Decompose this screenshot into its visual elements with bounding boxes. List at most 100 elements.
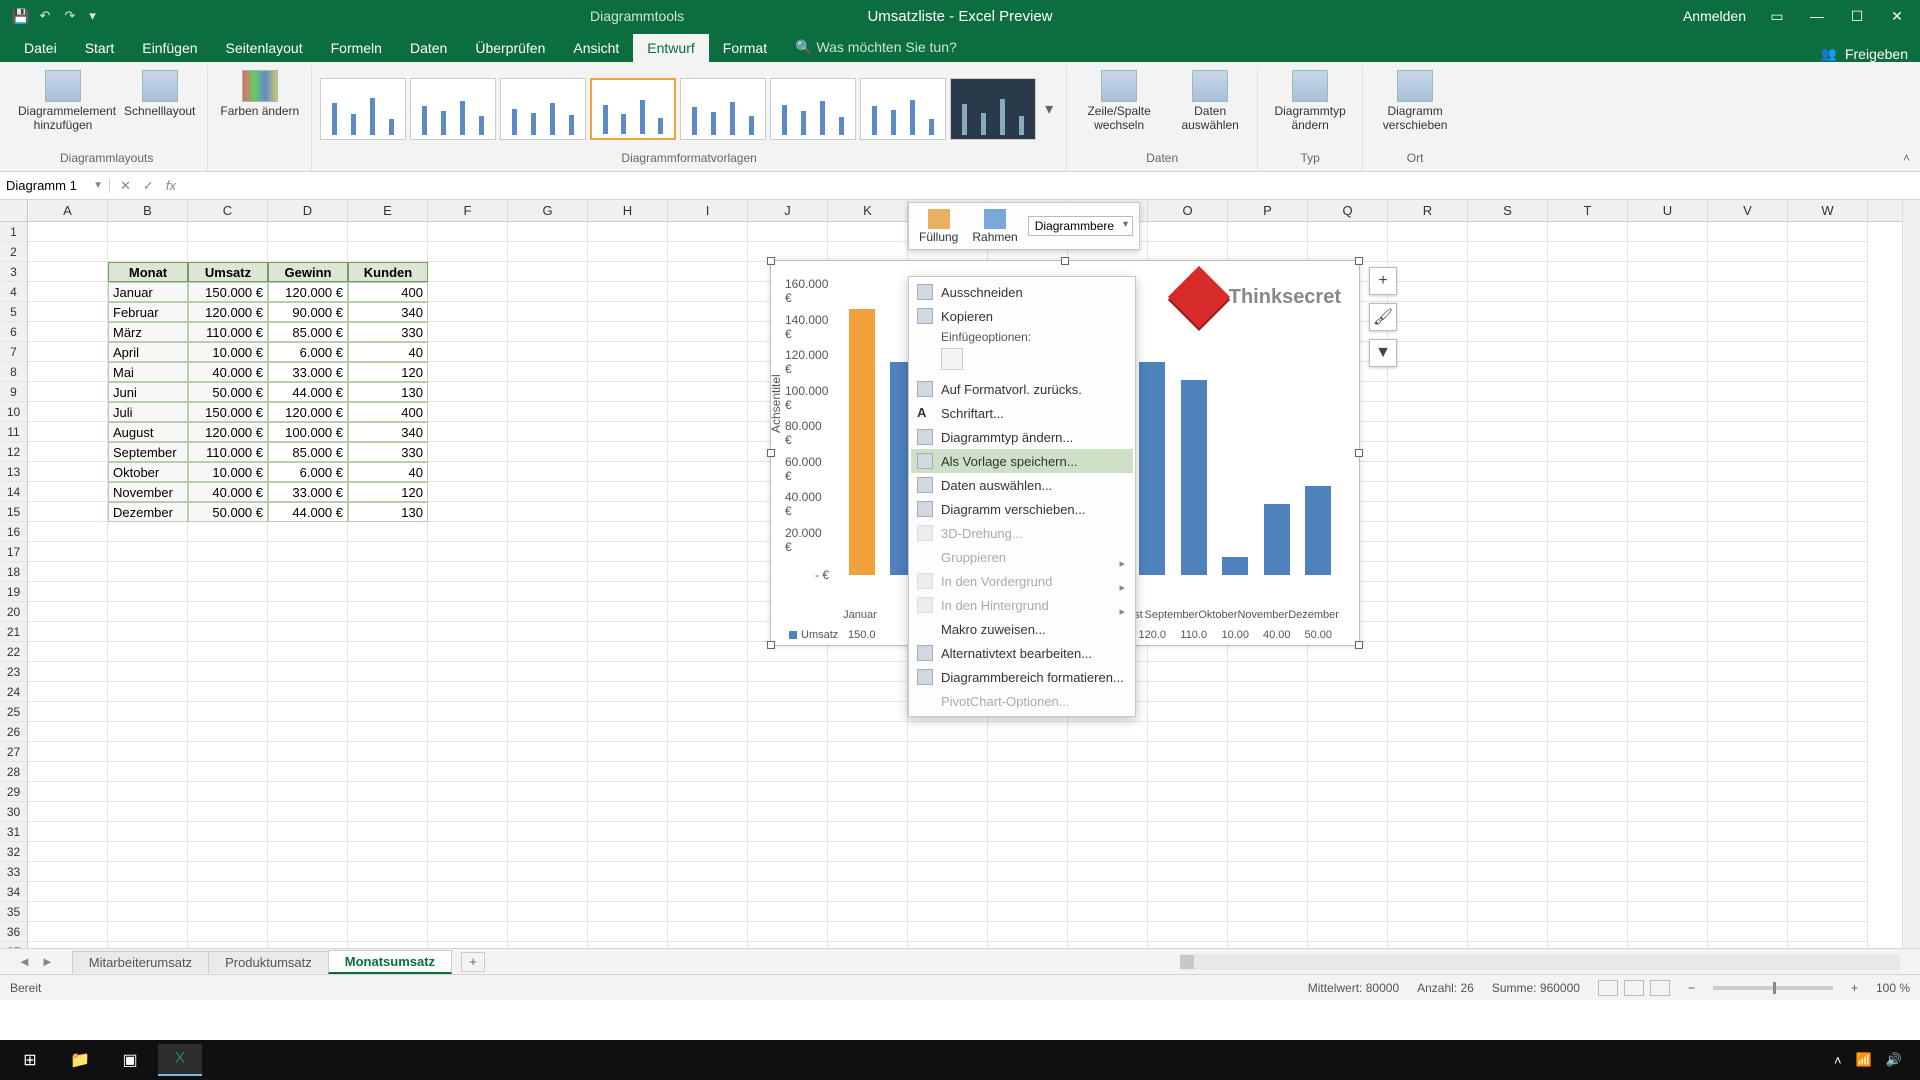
cell[interactable]: [28, 662, 108, 682]
cell[interactable]: [828, 902, 908, 922]
taskbar-app-icon[interactable]: ▣: [108, 1044, 152, 1076]
cell[interactable]: [668, 362, 748, 382]
cell[interactable]: [1788, 762, 1868, 782]
cell[interactable]: [508, 622, 588, 642]
cell[interactable]: [1068, 842, 1148, 862]
column-header[interactable]: C: [188, 200, 268, 221]
cell[interactable]: [1548, 262, 1628, 282]
cell[interactable]: [1788, 782, 1868, 802]
cell[interactable]: [108, 882, 188, 902]
cell[interactable]: [1708, 802, 1788, 822]
cell[interactable]: [668, 922, 748, 942]
cell[interactable]: [28, 442, 108, 462]
cell[interactable]: [108, 522, 188, 542]
cell[interactable]: [1548, 342, 1628, 362]
cell[interactable]: 110.000 €: [188, 322, 268, 342]
cell[interactable]: [588, 682, 668, 702]
tab-format[interactable]: Format: [709, 34, 781, 62]
cell[interactable]: [1708, 342, 1788, 362]
cell[interactable]: [1228, 922, 1308, 942]
cell[interactable]: [348, 702, 428, 722]
cell[interactable]: [588, 642, 668, 662]
cell[interactable]: [28, 842, 108, 862]
cell[interactable]: Umsatz: [188, 262, 268, 282]
cell[interactable]: [1788, 382, 1868, 402]
ctx-assign-macro[interactable]: Makro zuweisen...: [911, 617, 1133, 641]
cell[interactable]: [1788, 342, 1868, 362]
cell[interactable]: [1228, 802, 1308, 822]
cell[interactable]: [1388, 682, 1468, 702]
row-header[interactable]: 25: [0, 702, 28, 722]
cell[interactable]: [1708, 602, 1788, 622]
cell[interactable]: [1788, 582, 1868, 602]
cell[interactable]: [1548, 802, 1628, 822]
cell[interactable]: [1708, 562, 1788, 582]
cell[interactable]: [1388, 742, 1468, 762]
cell[interactable]: 150.000 €: [188, 282, 268, 302]
ctx-copy[interactable]: Kopieren: [911, 304, 1133, 328]
cell[interactable]: [1708, 462, 1788, 482]
move-chart-button[interactable]: Diagramm verschieben: [1371, 68, 1459, 134]
cell[interactable]: [1148, 902, 1228, 922]
add-chart-element-button[interactable]: Diagrammelement hinzufügen: [14, 68, 112, 134]
cell[interactable]: [1468, 702, 1548, 722]
cell[interactable]: [508, 742, 588, 762]
cell[interactable]: [1628, 462, 1708, 482]
cell[interactable]: [188, 222, 268, 242]
cell[interactable]: [1628, 482, 1708, 502]
cell[interactable]: 150.000 €: [188, 402, 268, 422]
cell[interactable]: [1548, 842, 1628, 862]
maximize-icon[interactable]: ☐: [1848, 8, 1866, 25]
cell[interactable]: [1388, 262, 1468, 282]
cell[interactable]: [828, 702, 908, 722]
cell[interactable]: [188, 922, 268, 942]
cell[interactable]: [508, 822, 588, 842]
cell[interactable]: [28, 262, 108, 282]
cell[interactable]: [1308, 682, 1388, 702]
row-header[interactable]: 4: [0, 282, 28, 302]
cell[interactable]: [1468, 622, 1548, 642]
cell[interactable]: [1708, 542, 1788, 562]
cell[interactable]: [1548, 562, 1628, 582]
cell[interactable]: [188, 702, 268, 722]
cell[interactable]: [1388, 362, 1468, 382]
cell[interactable]: [1388, 642, 1468, 662]
cell[interactable]: [1468, 382, 1548, 402]
cell[interactable]: [1548, 662, 1628, 682]
cell[interactable]: [1468, 742, 1548, 762]
cell[interactable]: 10.000 €: [188, 462, 268, 482]
cell[interactable]: [988, 862, 1068, 882]
cell[interactable]: [268, 222, 348, 242]
cell[interactable]: [1468, 542, 1548, 562]
cell[interactable]: [1788, 802, 1868, 822]
cell[interactable]: [588, 742, 668, 762]
column-header[interactable]: A: [28, 200, 108, 221]
cell[interactable]: [1148, 682, 1228, 702]
tab-ansicht[interactable]: Ansicht: [559, 34, 633, 62]
row-header[interactable]: 17: [0, 542, 28, 562]
cell[interactable]: [1468, 822, 1548, 842]
cell[interactable]: [1228, 222, 1308, 242]
cell[interactable]: [828, 762, 908, 782]
cell[interactable]: [108, 622, 188, 642]
cell[interactable]: [1708, 762, 1788, 782]
cell[interactable]: [1708, 702, 1788, 722]
cell[interactable]: [1308, 802, 1388, 822]
cell[interactable]: [1468, 782, 1548, 802]
cell[interactable]: [908, 782, 988, 802]
cell[interactable]: [1388, 382, 1468, 402]
cell[interactable]: [348, 522, 428, 542]
cell[interactable]: [1388, 462, 1468, 482]
cell[interactable]: [1228, 242, 1308, 262]
cell[interactable]: [748, 702, 828, 722]
cell[interactable]: 6.000 €: [268, 342, 348, 362]
cell[interactable]: [188, 542, 268, 562]
row-header[interactable]: 32: [0, 842, 28, 862]
cell[interactable]: [1708, 282, 1788, 302]
cell[interactable]: [1388, 722, 1468, 742]
cell[interactable]: [428, 742, 508, 762]
cell[interactable]: [28, 922, 108, 942]
cell[interactable]: [828, 722, 908, 742]
cell[interactable]: [268, 822, 348, 842]
cell[interactable]: [1148, 762, 1228, 782]
